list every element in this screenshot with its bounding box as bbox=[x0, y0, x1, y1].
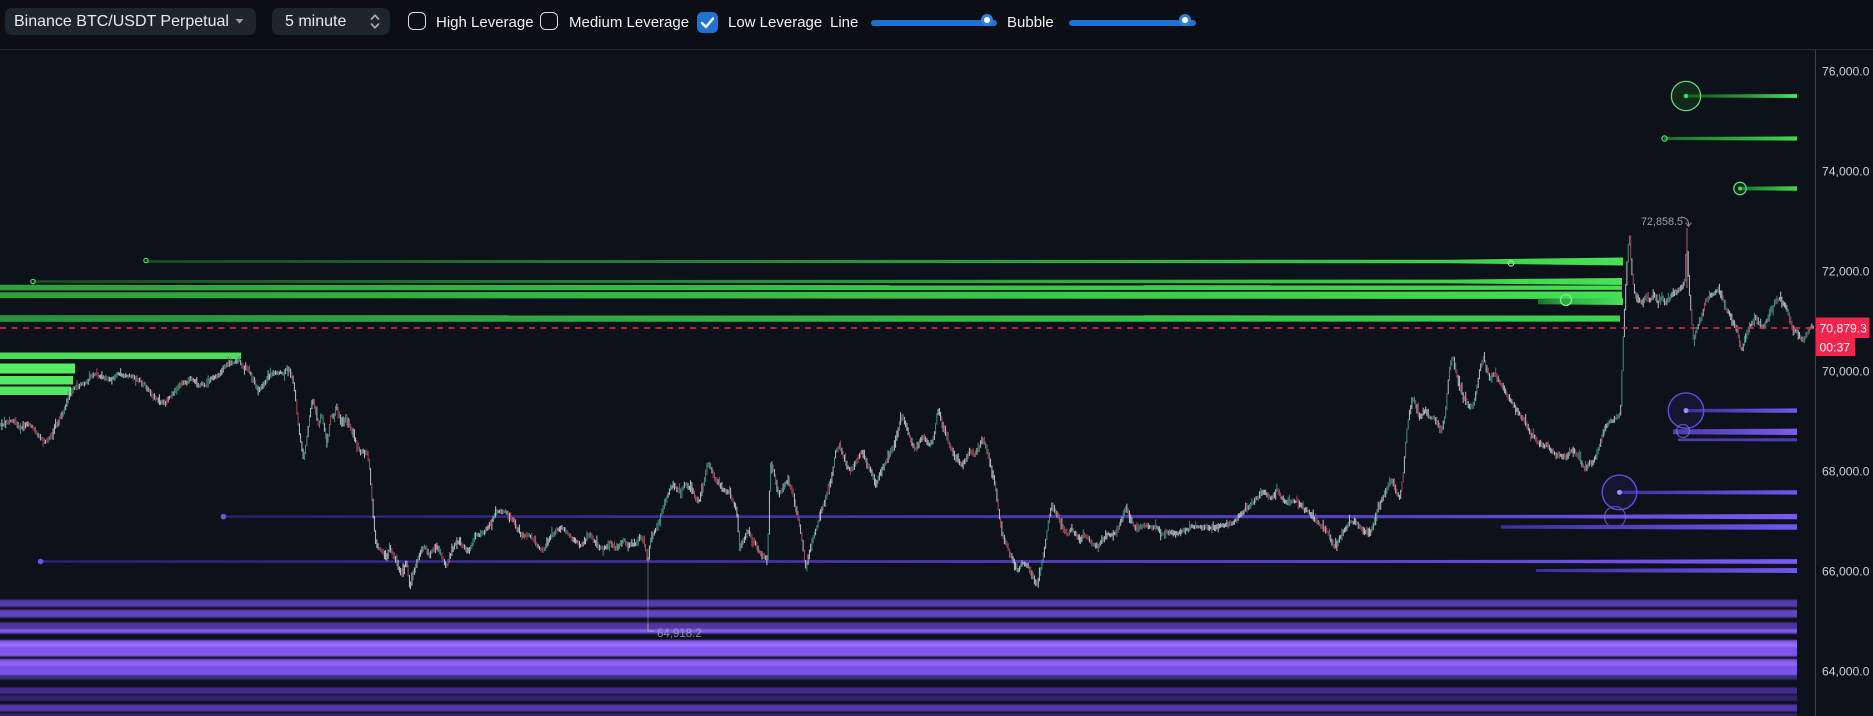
svg-text:68,000.0: 68,000.0 bbox=[1822, 465, 1870, 479]
svg-text:70,879.3: 70,879.3 bbox=[1820, 322, 1868, 336]
svg-text:72,000.0: 72,000.0 bbox=[1822, 265, 1870, 279]
svg-text:76,000.0: 76,000.0 bbox=[1822, 65, 1870, 79]
svg-text:70,000.0: 70,000.0 bbox=[1822, 365, 1870, 379]
svg-text:64,000.0: 64,000.0 bbox=[1822, 665, 1870, 679]
svg-text:00:37: 00:37 bbox=[1820, 341, 1851, 355]
svg-text:64,918.2: 64,918.2 bbox=[657, 628, 702, 640]
svg-text:72,858.5: 72,858.5 bbox=[1641, 216, 1683, 228]
svg-text:66,000.0: 66,000.0 bbox=[1822, 565, 1870, 579]
svg-text:74,000.0: 74,000.0 bbox=[1822, 165, 1870, 179]
